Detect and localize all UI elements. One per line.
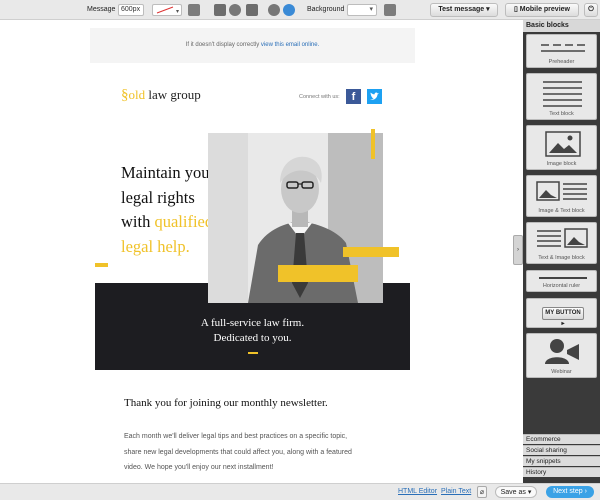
bottom-bar: HTML Editor Plain Text ⌀ Save as ▾ Next …: [0, 483, 600, 500]
attachment-icon[interactable]: ⌀: [477, 486, 487, 498]
svg-text:▾: ▾: [176, 9, 179, 15]
text-block[interactable]: Text block: [526, 73, 597, 120]
panel-header[interactable]: Basic blocks: [523, 20, 600, 32]
test-message-button[interactable]: Test message ▾: [430, 3, 498, 17]
facebook-icon[interactable]: f: [346, 89, 361, 104]
twitter-icon[interactable]: [367, 89, 382, 104]
message-width-input[interactable]: 600px: [118, 4, 144, 16]
webinar-block[interactable]: Webinar: [526, 333, 597, 378]
zoom-out-icon[interactable]: [268, 4, 280, 16]
hero-highlight: legal help.: [121, 236, 190, 256]
section-social-sharing[interactable]: Social sharing: [523, 445, 600, 455]
power-icon[interactable]: ⏻: [584, 3, 598, 17]
message-label: Message: [87, 6, 116, 13]
image-block[interactable]: Image block: [526, 125, 597, 170]
preheader-text: If it doesn't display correctly: [185, 42, 260, 48]
save-as-button[interactable]: Save as ▾: [495, 486, 537, 498]
image-text-icon: [536, 181, 587, 201]
accent-bar: [278, 265, 358, 282]
block-label: Image block: [546, 161, 577, 167]
logo-symbol: §: [121, 87, 129, 103]
tagline-line: Dedicated to you.: [213, 332, 292, 344]
logo: §old law group: [121, 87, 201, 104]
my-button-preview: MY BUTTON ▸: [542, 307, 584, 327]
webinar-icon: [545, 339, 579, 364]
block-label: Text block: [549, 111, 574, 117]
block-label: Horizontal ruler: [542, 283, 581, 289]
accent-dash: [248, 352, 258, 354]
frame-icon[interactable]: [214, 4, 226, 16]
section-history[interactable]: History: [523, 467, 600, 477]
border-line-icon: ▾: [156, 6, 179, 15]
zoom-in-icon[interactable]: [283, 4, 295, 16]
background-image-icon[interactable]: [384, 4, 396, 16]
connect-text: Connect with us:: [299, 94, 340, 100]
chevron-down-icon: ▾: [369, 6, 373, 13]
body-line: video. We hope you'll enjoy our next ins…: [124, 464, 274, 471]
accent-dash: [95, 263, 108, 267]
text-image-icon: [537, 228, 588, 248]
hero-line: Maintain your: [121, 163, 215, 182]
email-canvas: If it doesn't display correctly view thi…: [0, 21, 523, 483]
text-image-block[interactable]: Text & Image block: [526, 222, 597, 264]
accent-bar-vertical: [371, 129, 375, 159]
horizontal-ruler-block[interactable]: Horizontal ruler: [526, 270, 597, 292]
next-step-button[interactable]: Next step ›: [546, 486, 594, 498]
mobile-preview-label: Mobile preview: [519, 6, 570, 13]
block-label: Image & Text block: [538, 208, 585, 214]
body-line: Each month we'll deliver legal tips and …: [124, 433, 348, 440]
view-online-link[interactable]: view this email online.: [261, 42, 319, 48]
background-color-picker[interactable]: ▾: [347, 4, 377, 16]
logo-old: old: [128, 87, 146, 102]
plain-text-link[interactable]: Plain Text: [441, 488, 471, 495]
logo-name: law group: [148, 87, 201, 102]
html-editor-link[interactable]: HTML Editor: [398, 488, 437, 495]
section-ecommerce[interactable]: Ecommerce: [523, 434, 600, 444]
body-paragraph: Each month we'll deliver legal tips and …: [124, 429, 414, 476]
panel-toggle-button[interactable]: ›: [513, 235, 523, 265]
section-my-snippets[interactable]: My snippets: [523, 456, 600, 466]
image-icon: [545, 131, 581, 157]
accent-bar: [343, 247, 399, 257]
top-toolbar: Message 600px ▾ Background ▾ Test messag…: [0, 0, 600, 20]
thanks-heading: Thank you for joining our monthly newsle…: [124, 397, 328, 409]
hero-line: with: [121, 212, 155, 231]
text-block-icon: [543, 81, 582, 107]
preheader-icon: [541, 44, 585, 52]
body-line: share new legal developments that could …: [124, 448, 352, 456]
blocks-panel: Basic blocks Preheader Text block Image …: [523, 20, 600, 483]
preheader[interactable]: If it doesn't display correctly view thi…: [90, 28, 415, 63]
preheader-block[interactable]: Preheader: [526, 34, 597, 68]
block-label: Webinar: [551, 369, 572, 375]
background-label: Background: [307, 6, 345, 13]
ruler-icon: [539, 277, 587, 279]
hero-line: legal rights: [121, 187, 195, 207]
block-label: Text & Image block: [538, 255, 585, 261]
hero-highlight: qualified: [154, 212, 214, 231]
hero-headline: Maintain your legal rights with qualifie…: [121, 161, 215, 259]
border-style-select[interactable]: ▾: [152, 4, 182, 16]
image-settings-icon[interactable]: [188, 4, 200, 16]
button-block[interactable]: MY BUTTON ▸: [526, 298, 597, 328]
tagline: A full-service law firm. Dedicated to yo…: [95, 316, 410, 346]
block-label: Preheader: [548, 59, 575, 65]
image-text-block[interactable]: Image & Text block: [526, 175, 597, 217]
mobile-preview-button[interactable]: ▯ Mobile preview: [505, 3, 579, 17]
stop-icon[interactable]: [229, 4, 241, 16]
padding-icon[interactable]: [246, 4, 258, 16]
tagline-line: A full-service law firm.: [200, 317, 305, 329]
